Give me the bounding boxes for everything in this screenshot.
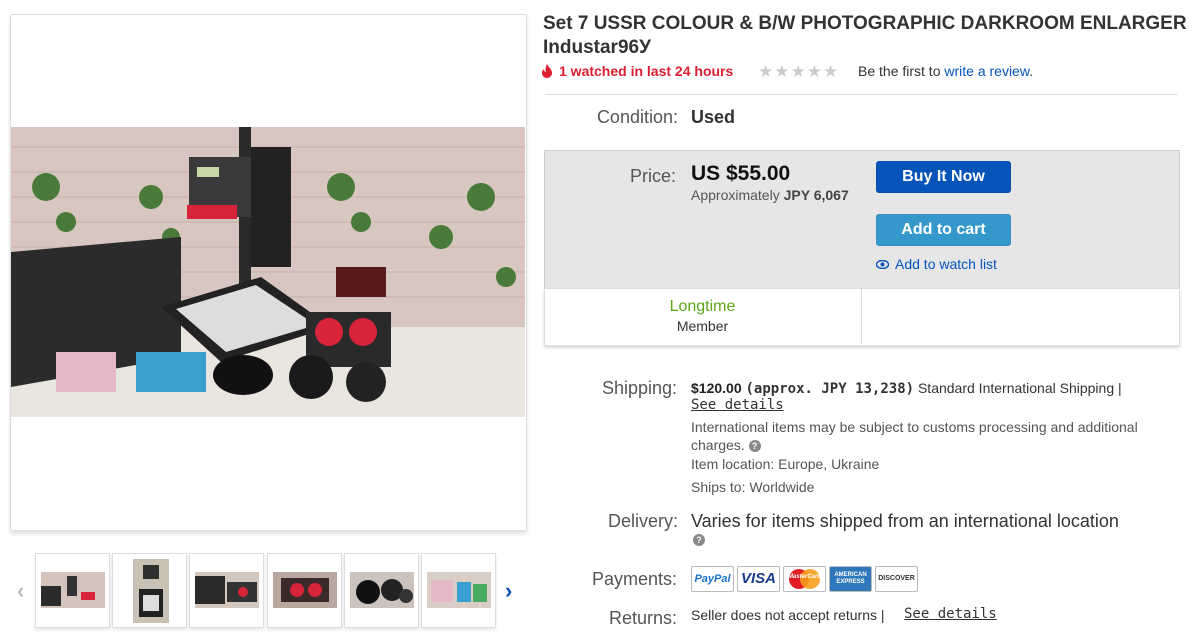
mastercard-logo: MasterCard <box>783 566 826 592</box>
main-product-image[interactable] <box>11 127 525 417</box>
add-to-cart-button[interactable]: Add to cart <box>876 214 1011 246</box>
delivery-value: Varies for items shipped from an interna… <box>691 511 1119 531</box>
add-to-watch-list-link[interactable]: Add to watch list <box>875 256 997 272</box>
price-value: US $55.00 <box>691 162 791 185</box>
thumbnail[interactable] <box>344 553 419 628</box>
buy-it-now-button[interactable]: Buy It Now <box>876 161 1011 193</box>
item-location: Item location: Europe, Ukraine <box>691 456 880 472</box>
divider <box>861 289 862 344</box>
seller-badge-subtitle: Member <box>676 318 729 334</box>
approx-value: JPY 6,067 <box>783 187 849 203</box>
review-prompt: Be the first to write a review. <box>858 63 1033 79</box>
seller-panel <box>544 288 1180 346</box>
amex-logo: AMERICAN EXPRESS <box>829 566 872 592</box>
paypal-logo: PayPal <box>691 566 734 592</box>
mastercard-text: MasterCard <box>787 574 821 580</box>
condition-label: Condition: <box>596 107 678 127</box>
thumbnail[interactable] <box>35 553 110 628</box>
thumbnail[interactable] <box>267 553 342 628</box>
condition-value: Used <box>691 107 736 127</box>
customs-note: International items may be subject to cu… <box>691 418 1171 454</box>
thumbnail[interactable] <box>189 553 264 628</box>
fire-icon <box>542 64 552 78</box>
delivery-label: Delivery: <box>607 511 678 531</box>
discover-logo: DISCOVER <box>875 566 918 592</box>
visa-logo: VISA <box>737 566 780 592</box>
returns-value: Seller does not accept returns | <box>691 607 885 623</box>
price-approx: Approximately JPY 6,067 <box>691 187 849 203</box>
help-icon[interactable]: ? <box>693 534 705 546</box>
shipping-label: Shipping: <box>601 378 677 398</box>
watch-notice: 1 watched in last 24 hours <box>541 63 733 79</box>
thumbnail[interactable] <box>112 553 187 628</box>
item-title: Set 7 USSR COLOUR & B/W PHOTOGRAPHIC DAR… <box>543 13 1187 58</box>
divider <box>545 94 1178 96</box>
eye-icon <box>875 259 890 270</box>
shipping-line: $120.00 (approx. JPY 13,238) Standard In… <box>691 378 1171 399</box>
returns-see-details-link[interactable]: See details <box>904 606 997 622</box>
seller-badge-title: Longtime <box>669 298 736 315</box>
review-suffix: . <box>1029 63 1034 79</box>
approx-prefix: Approximately <box>691 187 780 203</box>
chevron-left-icon[interactable]: ‹ <box>17 580 24 602</box>
watch-notice-text: 1 watched in last 24 hours <box>559 63 734 79</box>
shipping-see-details-link[interactable]: See details <box>691 397 784 413</box>
shipping-cost: $120.00 <box>691 380 742 396</box>
chevron-right-icon[interactable]: › <box>505 580 512 602</box>
watch-list-label: Add to watch list <box>895 256 997 272</box>
review-prefix: Be the first to <box>858 63 941 79</box>
ships-to: Ships to: Worldwide <box>691 479 815 495</box>
thumbnail[interactable] <box>421 553 496 628</box>
payments-label: Payments: <box>591 569 677 589</box>
help-icon[interactable]: ? <box>748 440 761 453</box>
price-label: Price: <box>629 166 676 186</box>
rating-stars[interactable]: ★★★★★ <box>758 62 839 82</box>
write-review-link[interactable]: write a review <box>944 63 1029 79</box>
returns-label: Returns: <box>608 608 677 628</box>
shipping-method: Standard International Shipping | <box>917 380 1122 396</box>
shipping-approx: (approx. JPY 13,238) <box>745 381 915 397</box>
